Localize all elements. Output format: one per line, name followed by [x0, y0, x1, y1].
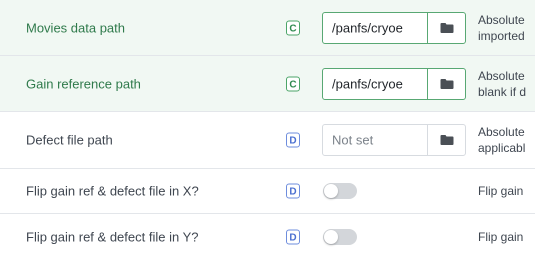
- movies-path-field[interactable]: /panfs/cryoe: [322, 11, 466, 44]
- param-row-flip-y: Flip gain ref & defect file in Y? D Flip…: [0, 214, 535, 259]
- browse-button[interactable]: [427, 12, 465, 43]
- defect-file-path-field[interactable]: Not set: [322, 124, 466, 156]
- param-description: Absolute applicabl: [478, 125, 526, 155]
- flip-x-toggle[interactable]: [323, 183, 357, 199]
- flip-y-toggle[interactable]: [323, 228, 357, 245]
- type-badge: C: [286, 76, 300, 91]
- folder-icon: [440, 78, 453, 89]
- gain-reference-path-field[interactable]: /panfs/cryoe: [322, 67, 466, 100]
- param-row-movies-data-path: Movies data path C /panfs/cryoe Absolute…: [0, 0, 535, 56]
- param-description: Absolute blank if d: [478, 68, 527, 99]
- param-row-defect-file-path: Defect file path D Not set Absolute appl…: [0, 112, 535, 169]
- parameter-table: Movies data path C /panfs/cryoe Absolute…: [0, 0, 535, 259]
- type-badge: C: [286, 20, 300, 35]
- param-label: Defect file path: [26, 132, 113, 148]
- param-description: Flip gain: [478, 229, 524, 244]
- browse-button[interactable]: [427, 125, 465, 155]
- folder-icon: [440, 135, 453, 145]
- toggle-knob: [324, 229, 338, 244]
- path-value[interactable]: /panfs/cryoe: [332, 20, 424, 35]
- toggle-knob: [324, 184, 338, 198]
- type-badge: D: [286, 229, 300, 244]
- param-label: Movies data path: [26, 20, 126, 35]
- path-placeholder[interactable]: Not set: [332, 133, 424, 148]
- path-value[interactable]: /panfs/cryoe: [332, 76, 424, 91]
- param-row-gain-reference-path: Gain reference path C /panfs/cryoe Absol…: [0, 55, 535, 112]
- param-label: Flip gain ref & defect file in Y?: [26, 229, 199, 244]
- param-label: Flip gain ref & defect file in X?: [26, 183, 199, 199]
- param-row-flip-x: Flip gain ref & defect file in X? D Flip…: [0, 169, 535, 214]
- folder-icon: [440, 22, 453, 33]
- param-description: Flip gain: [478, 184, 524, 198]
- type-badge: D: [286, 132, 300, 148]
- param-label: Gain reference path: [26, 76, 141, 91]
- type-badge: D: [286, 183, 300, 199]
- browse-button[interactable]: [427, 68, 465, 99]
- param-description: Absolute imported: [478, 12, 525, 43]
